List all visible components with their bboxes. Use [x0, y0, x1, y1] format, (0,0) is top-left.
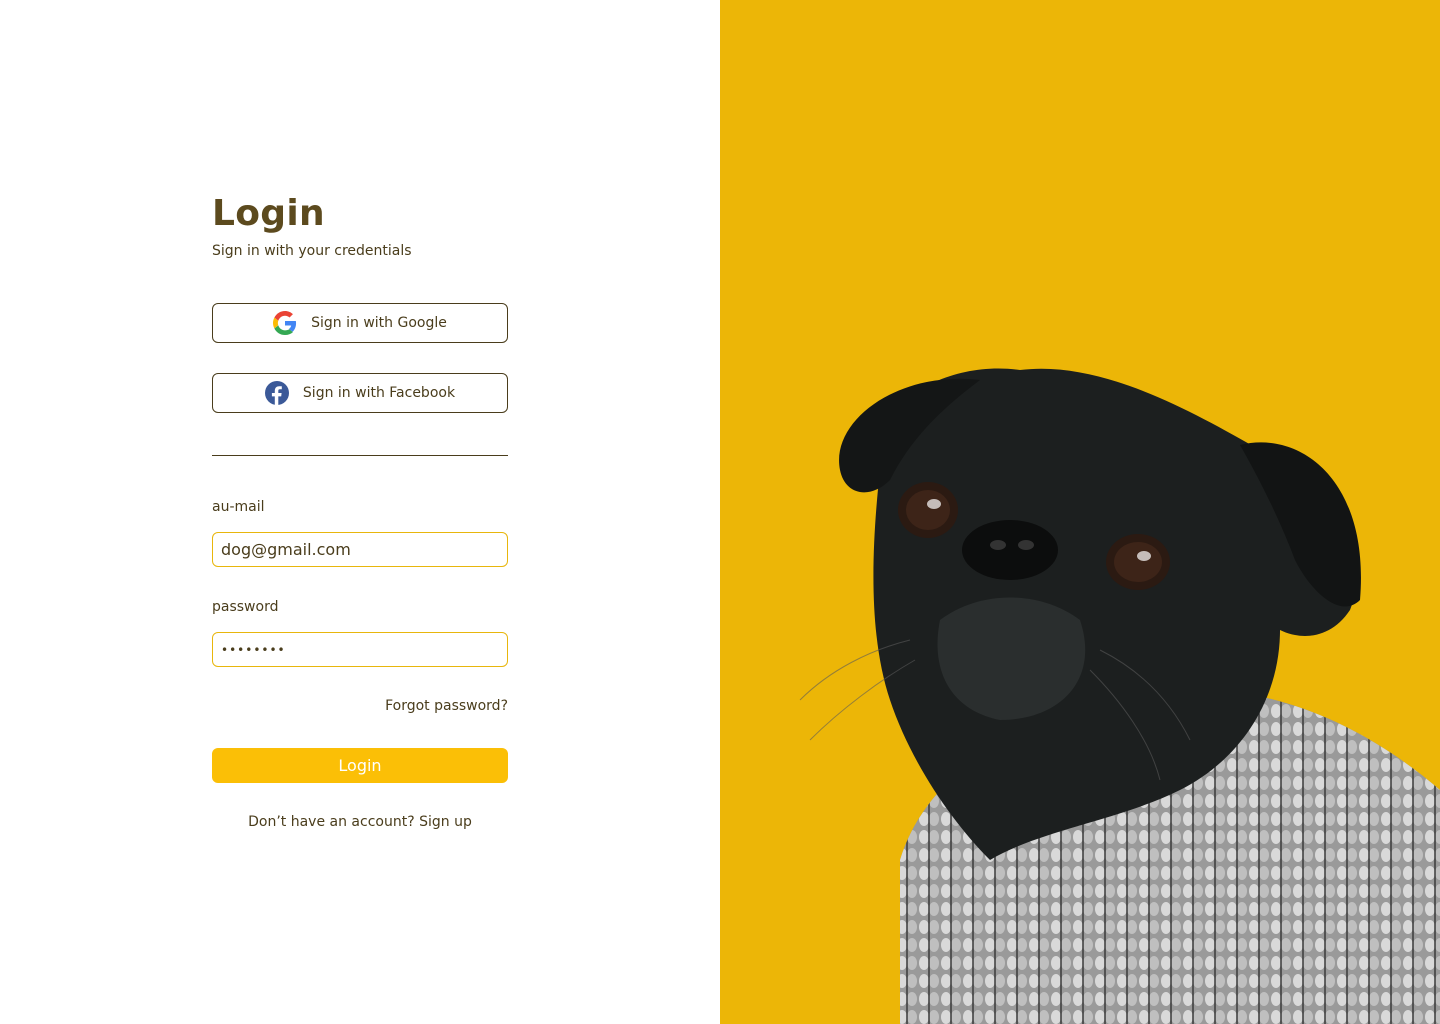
facebook-logo-icon [264, 381, 289, 405]
google-signin-label: Sign in with Google [311, 315, 447, 331]
divider [212, 455, 508, 456]
password-field[interactable] [212, 632, 508, 667]
login-button[interactable]: Login [212, 748, 508, 783]
password-label: password [212, 599, 279, 615]
login-panel: Login Sign in with your credentials Sign… [0, 0, 720, 1024]
signup-prompt: Don’t have an account? Sign up [212, 814, 508, 830]
signup-link[interactable]: Sign up [419, 814, 472, 830]
login-form: Login Sign in with your credentials Sign… [212, 192, 508, 830]
page-title: Login [212, 193, 325, 234]
email-field[interactable] [212, 532, 508, 567]
facebook-signin-button[interactable]: Sign in with Facebook [212, 373, 508, 413]
forgot-password-link[interactable]: Forgot password? [385, 698, 508, 714]
email-label: au-mail [212, 499, 265, 515]
pug-photo [799, 368, 1440, 1024]
facebook-signin-label: Sign in with Facebook [302, 385, 456, 401]
google-logo-icon [273, 311, 297, 335]
signup-prompt-text: Don’t have an account? [248, 814, 415, 830]
page-subtitle: Sign in with your credentials [212, 243, 412, 259]
google-signin-button[interactable]: Sign in with Google [212, 303, 508, 343]
hero-image [720, 0, 1440, 1024]
